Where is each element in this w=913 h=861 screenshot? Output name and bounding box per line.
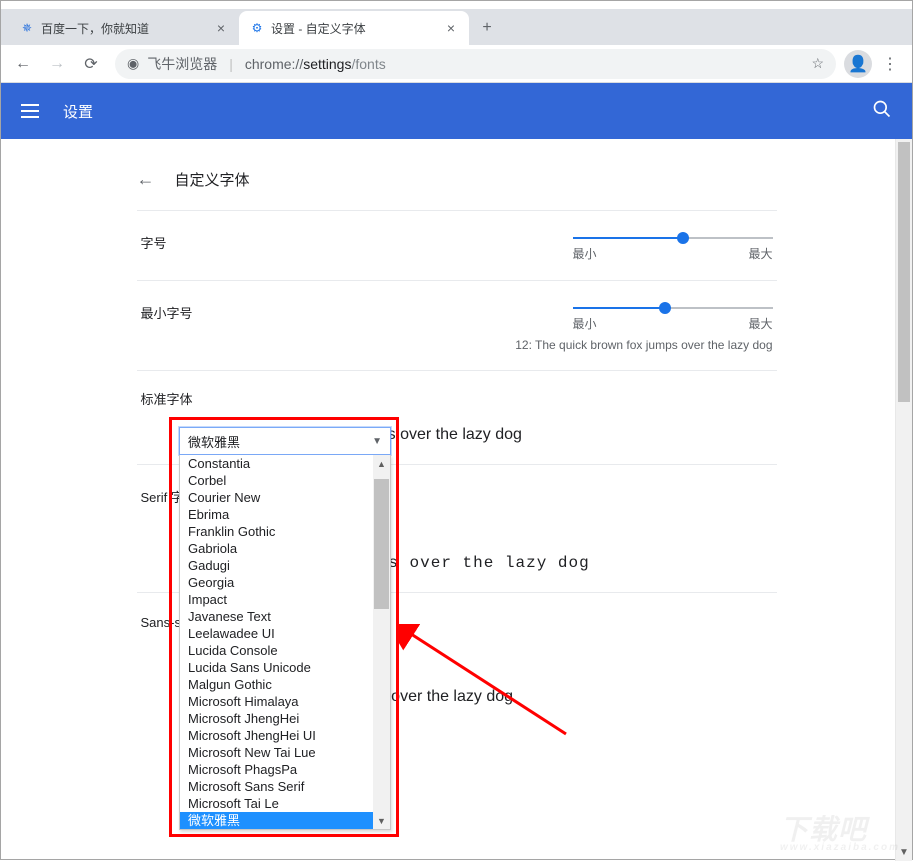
font-option[interactable]: Courier New xyxy=(180,489,390,506)
font-size-label: 字号 xyxy=(141,229,291,252)
slider-min-label: 最小 xyxy=(573,245,597,262)
close-icon[interactable]: × xyxy=(213,20,229,36)
tab-strip: ✵ 百度一下，你就知道 × ⚙ 设置 - 自定义字体 × + xyxy=(1,9,912,45)
tab-settings-fonts[interactable]: ⚙ 设置 - 自定义字体 × xyxy=(239,11,469,45)
dropdown-scrollbar[interactable]: ▲ ▼ xyxy=(373,455,390,829)
font-option[interactable]: Microsoft JhengHei xyxy=(180,710,390,727)
font-dropdown-list[interactable]: ▲ ▼ ConstantiaCorbelCourier NewEbrimaFra… xyxy=(179,455,391,830)
back-arrow[interactable]: ← xyxy=(137,169,155,190)
close-icon[interactable]: × xyxy=(443,20,459,36)
scroll-down-icon[interactable]: ▼ xyxy=(373,812,390,829)
font-option[interactable]: Corbel xyxy=(180,472,390,489)
slider-max-label: 最大 xyxy=(748,315,772,332)
url-scheme: chrome:// xyxy=(245,56,303,72)
bookmark-star-icon[interactable]: ☆ xyxy=(811,55,824,72)
font-option[interactable]: Malgun Gothic xyxy=(180,676,390,693)
font-option[interactable]: Georgia xyxy=(180,574,390,591)
font-option[interactable]: Lucida Sans Unicode xyxy=(180,659,390,676)
gear-icon: ⚙ xyxy=(249,20,265,36)
address-bar[interactable]: ◉ 飞牛浏览器 | chrome://settings/fonts ☆ xyxy=(115,49,836,79)
font-option[interactable]: Gadugi xyxy=(180,557,390,574)
font-option[interactable]: Microsoft New Tai Lue xyxy=(180,744,390,761)
font-size-slider[interactable] xyxy=(573,237,773,239)
font-option[interactable]: Microsoft Sans Serif xyxy=(180,778,390,795)
header-title: 设置 xyxy=(63,101,93,122)
font-option[interactable]: Ebrima xyxy=(180,506,390,523)
toolbar: ← → ⟳ ◉ 飞牛浏览器 | chrome://settings/fonts … xyxy=(1,45,912,83)
font-option[interactable]: Microsoft PhagsPa xyxy=(180,761,390,778)
font-option[interactable]: Javanese Text xyxy=(180,608,390,625)
font-option[interactable]: 微软雅黑 xyxy=(180,812,390,829)
nav-reload[interactable]: ⟳ xyxy=(75,48,107,80)
tab-baidu[interactable]: ✵ 百度一下，你就知道 × xyxy=(9,11,239,45)
settings-header: 设置 xyxy=(1,83,912,139)
nav-back[interactable]: ← xyxy=(7,48,39,80)
select-value: 微软雅黑 xyxy=(188,432,240,451)
paw-icon: ✵ xyxy=(19,20,35,36)
min-font-size-slider[interactable] xyxy=(573,307,773,309)
font-option[interactable]: Franklin Gothic xyxy=(180,523,390,540)
min-font-size-label: 最小字号 xyxy=(141,299,291,332)
font-option[interactable]: Leelawadee UI xyxy=(180,625,390,642)
nav-forward[interactable]: → xyxy=(41,48,73,80)
slider-min-label: 最小 xyxy=(573,315,597,332)
hamburger-icon[interactable] xyxy=(21,104,45,118)
standard-font-select[interactable]: 微软雅黑 ▼ xyxy=(179,427,391,455)
menu-kebab-icon[interactable]: ⋮ xyxy=(874,48,906,80)
min-font-preview: 12: The quick brown fox jumps over the l… xyxy=(141,338,773,352)
slider-max-label: 最大 xyxy=(748,245,772,262)
page-title: 自定义字体 xyxy=(175,169,250,190)
profile-avatar[interactable]: 👤 xyxy=(844,50,872,78)
url-path: settings xyxy=(303,56,351,72)
chevron-down-icon: ▼ xyxy=(372,436,382,447)
font-option[interactable]: Impact xyxy=(180,591,390,608)
browser-name: 飞牛浏览器 xyxy=(147,54,217,74)
scroll-up-icon[interactable]: ▲ xyxy=(373,455,390,472)
tab-title: 设置 - 自定义字体 xyxy=(271,20,437,37)
scrollbar-thumb[interactable] xyxy=(374,479,389,609)
font-option[interactable]: Microsoft Tai Le xyxy=(180,795,390,812)
font-option[interactable]: Microsoft Himalaya xyxy=(180,693,390,710)
url-subpath: /fonts xyxy=(351,56,385,72)
search-icon[interactable] xyxy=(872,99,892,124)
font-option[interactable]: Microsoft JhengHei UI xyxy=(180,727,390,744)
tab-title: 百度一下，你就知道 xyxy=(41,20,207,37)
standard-font-label: 标准字体 xyxy=(137,370,777,416)
globe-icon: ◉ xyxy=(127,55,139,72)
new-tab-button[interactable]: + xyxy=(473,14,501,42)
font-option[interactable]: Lucida Console xyxy=(180,642,390,659)
font-option[interactable]: Gabriola xyxy=(180,540,390,557)
font-option[interactable]: Constantia xyxy=(180,455,390,472)
